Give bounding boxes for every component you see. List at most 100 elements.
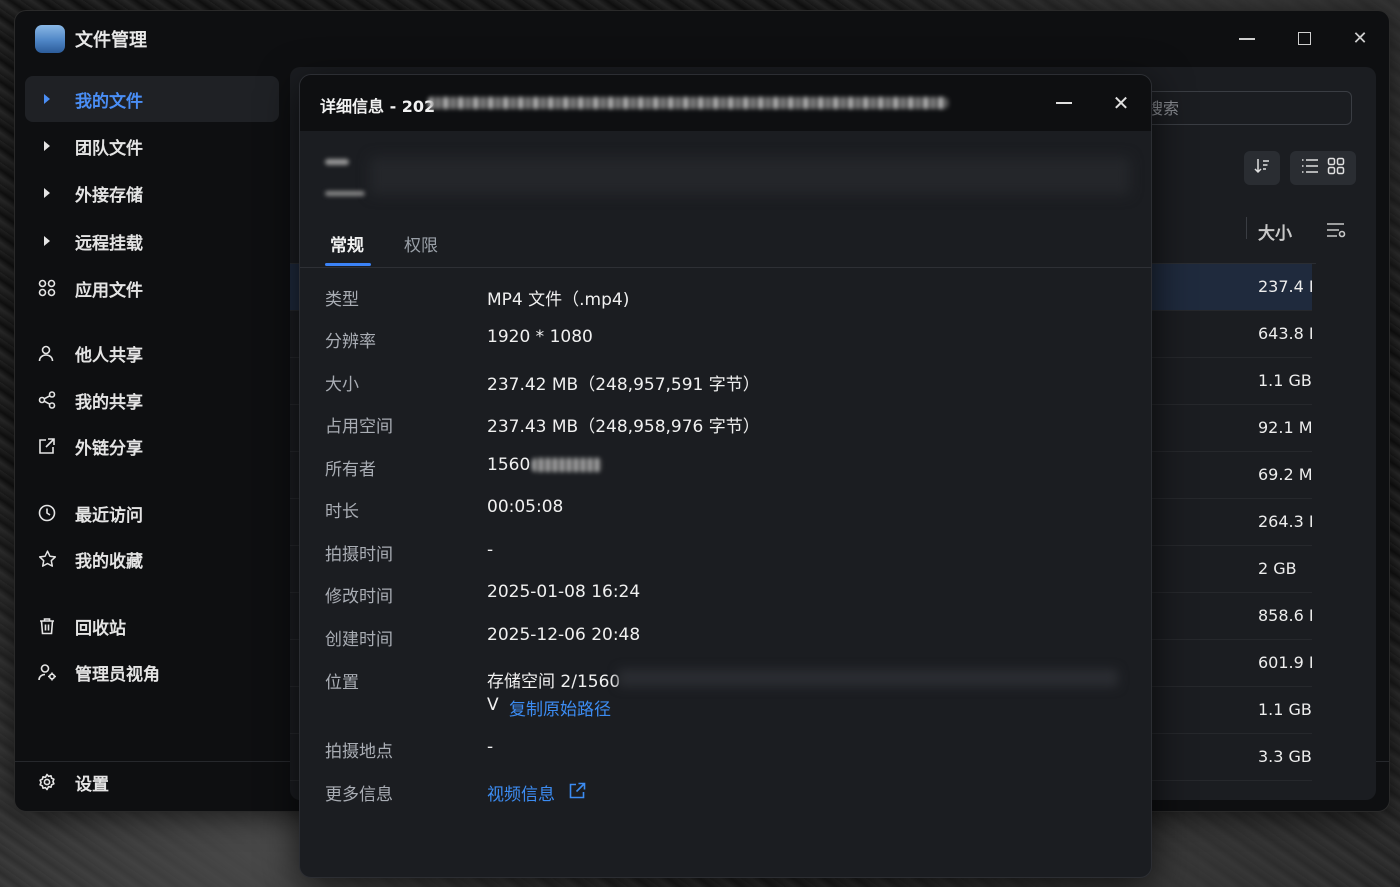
prop-value-disk-usage: 237.43 MB（248,958,976 字节）: [487, 417, 760, 437]
sidebar-item-label: 远程挂载: [75, 233, 143, 254]
maximize-button[interactable]: [1292, 27, 1316, 51]
prop-label-created-time: 创建时间: [325, 630, 393, 650]
tab-permissions[interactable]: 权限: [404, 231, 438, 256]
share-icon: [35, 391, 59, 409]
redacted-thumbnail: [325, 191, 365, 196]
tab-general[interactable]: 常规: [330, 231, 364, 256]
sidebar-item-external-storage[interactable]: 外接存储: [25, 170, 279, 216]
dialog-minimize-button[interactable]: [1056, 102, 1072, 104]
prop-value-type: MP4 文件（.mp4): [487, 290, 630, 310]
list-view-icon[interactable]: [1301, 158, 1319, 178]
sidebar-item-app-files[interactable]: 应用文件: [25, 265, 279, 311]
prop-label-type: 类型: [325, 290, 359, 310]
sidebar-item-label: 我的共享: [75, 392, 143, 413]
sidebar-item-remote-mount[interactable]: 远程挂载: [25, 218, 279, 264]
sidebar-item-admin-view[interactable]: 管理员视角: [25, 649, 279, 695]
sidebar-item-label: 回收站: [75, 618, 126, 639]
row-size: 69.2 MB: [1258, 465, 1312, 484]
dialog-tabs: 常规 权限: [300, 225, 1151, 268]
row-size: 3.3 GB: [1258, 747, 1312, 766]
column-settings-icon[interactable]: [1326, 221, 1346, 243]
view-toggle: [1290, 151, 1356, 185]
sidebar-item-label: 最近访问: [75, 505, 143, 526]
prop-value-size: 237.42 MB（248,957,591 字节）: [487, 375, 760, 395]
row-size: 643.8 MB: [1258, 324, 1312, 343]
prop-value-created-time: 2025-12-06 20:48: [487, 625, 641, 645]
sidebar-item-label: 外接存储: [75, 185, 143, 206]
row-size: 601.9 MB: [1258, 653, 1312, 672]
prop-value-location-cont: V: [487, 695, 499, 715]
sidebar-item-recycle-bin[interactable]: 回收站: [25, 603, 279, 649]
sort-button[interactable]: [1244, 151, 1280, 185]
prop-value-capture-time: -: [487, 540, 494, 560]
prop-value-modified-time: 2025-01-08 16:24: [487, 582, 641, 602]
prop-value-duration: 00:05:08: [487, 497, 564, 517]
copy-path-link[interactable]: 复制原始路径: [509, 695, 611, 720]
sidebar-item-label: 应用文件: [75, 280, 143, 301]
minimize-icon: [1239, 38, 1255, 40]
trash-icon: [35, 617, 59, 635]
sidebar: 我的文件 团队文件 外接存储 远程挂载 应用文件 他人共享 我的共享 外链分享 …: [15, 67, 290, 811]
column-divider[interactable]: [1246, 217, 1247, 239]
prop-label-more-info: 更多信息: [325, 785, 393, 805]
prop-label-capture-time: 拍摄时间: [325, 545, 393, 565]
sidebar-item-shared-with-me[interactable]: 他人共享: [25, 330, 279, 376]
settings-label: 设置: [75, 774, 109, 795]
sidebar-item-recent[interactable]: 最近访问: [25, 490, 279, 536]
prop-label-location: 位置: [325, 673, 359, 693]
dialog-title: 详细信息 - 202: [320, 97, 436, 116]
apps-icon: [35, 279, 59, 297]
triangle-right-icon: [35, 141, 59, 151]
prop-label-resolution: 分辨率: [325, 332, 376, 352]
redacted-filename: [428, 97, 948, 109]
sidebar-item-label: 外链分享: [75, 438, 143, 459]
column-header-size[interactable]: 大小: [1258, 219, 1292, 244]
sidebar-item-label: 我的文件: [75, 91, 143, 112]
minimize-button[interactable]: [1235, 27, 1259, 51]
prop-label-disk-usage: 占用空间: [325, 417, 393, 437]
redacted-path: [618, 669, 1118, 687]
sidebar-item-label: 团队文件: [75, 138, 143, 159]
dialog-header: 详细信息 - 202 ✕: [300, 75, 1151, 131]
close-icon: ✕: [1352, 28, 1368, 49]
redacted-owner: [532, 458, 602, 472]
sidebar-item-favorites[interactable]: 我的收藏: [25, 536, 279, 582]
external-link-icon[interactable]: [568, 782, 586, 804]
prop-value-owner: 1560: [487, 455, 531, 475]
prop-label-owner: 所有者: [325, 460, 376, 480]
sidebar-item-my-files[interactable]: 我的文件: [25, 76, 279, 122]
row-size: 2 GB: [1258, 559, 1297, 578]
sidebar-item-label: 我的收藏: [75, 551, 143, 572]
dialog-close-button[interactable]: ✕: [1110, 91, 1132, 115]
app-title: 文件管理: [75, 30, 147, 51]
title-bar: 文件管理 ✕: [15, 11, 1389, 67]
row-size: 1.1 GB: [1258, 700, 1312, 719]
close-icon: ✕: [1112, 91, 1130, 115]
row-size: 237.4 MB: [1258, 277, 1312, 296]
redacted-file-header: [370, 157, 1130, 195]
redacted-thumbnail: [325, 159, 349, 165]
close-button[interactable]: ✕: [1348, 27, 1372, 51]
sidebar-item-link-shares[interactable]: 外链分享: [25, 423, 279, 469]
triangle-right-icon: [35, 188, 59, 198]
sort-icon: [1253, 157, 1271, 179]
sidebar-item-label: 管理员视角: [75, 664, 160, 685]
gear-icon: [35, 773, 59, 791]
triangle-right-icon: [35, 236, 59, 246]
row-size: 1.1 GB: [1258, 371, 1312, 390]
clock-icon: [35, 504, 59, 522]
prop-value-resolution: 1920 * 1080: [487, 327, 593, 347]
prop-label-modified-time: 修改时间: [325, 587, 393, 607]
row-size: 858.6 MB: [1258, 606, 1312, 625]
grid-view-icon[interactable]: [1327, 157, 1345, 179]
row-size: 92.1 MB: [1258, 418, 1312, 437]
sidebar-item-team-files[interactable]: 团队文件: [25, 123, 279, 169]
prop-label-location-shot: 拍摄地点: [325, 742, 393, 762]
video-info-link[interactable]: 视频信息: [487, 780, 555, 805]
admin-icon: [35, 663, 59, 681]
sidebar-item-my-shares[interactable]: 我的共享: [25, 377, 279, 423]
prop-value-location: 存储空间 2/1560: [487, 672, 621, 692]
triangle-right-icon: [35, 94, 59, 104]
settings-button[interactable]: 设置: [25, 759, 279, 805]
user-icon: [35, 344, 59, 362]
